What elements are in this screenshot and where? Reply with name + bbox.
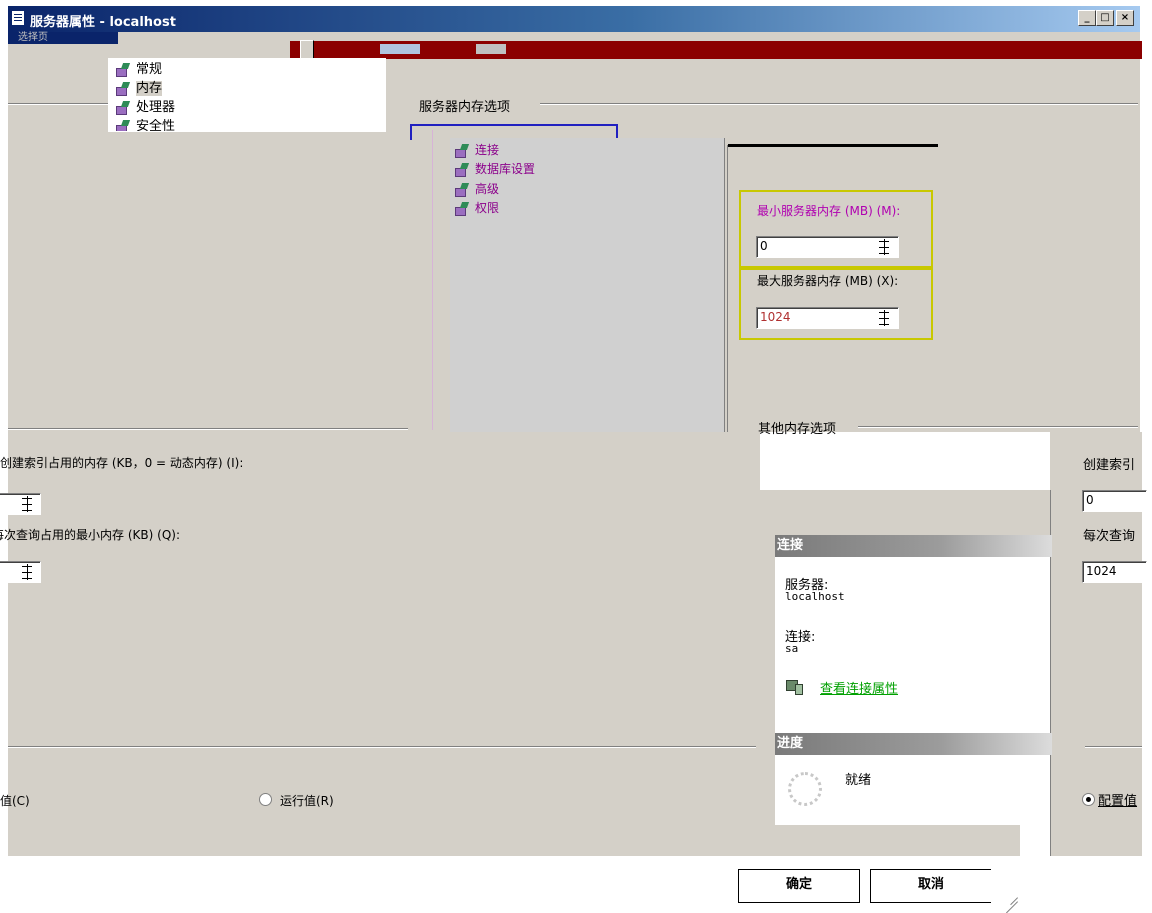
white-gap: [1020, 805, 1050, 856]
other-memory-section-title: 其他内存选项: [758, 422, 837, 437]
cancel-button[interactable]: 取消: [870, 869, 991, 903]
index-memory-label: 创建索引占用的内存 (KB，0 = 动态内存) (I):: [0, 456, 244, 470]
view-connection-properties-link[interactable]: 查看连接属性: [820, 678, 898, 697]
left-blank-area: [8, 130, 433, 430]
divider: [8, 428, 408, 430]
divider: [8, 103, 108, 105]
minimize-button[interactable]: _: [1078, 10, 1096, 26]
divider: [1085, 746, 1142, 748]
query-value-clipped[interactable]: 1024: [1082, 561, 1147, 583]
nav-item-security[interactable]: 安全性: [116, 119, 175, 131]
window-icon: [12, 11, 24, 25]
dropdown-item-permissions[interactable]: 权限: [455, 201, 499, 216]
panel-edge: [727, 145, 728, 432]
page-icon: [455, 144, 469, 158]
dropdown-item-database-settings[interactable]: 数据库设置: [455, 162, 535, 177]
progress-status: 就绪: [845, 773, 872, 788]
connection-value: sa: [785, 642, 799, 655]
min-memory-spinner[interactable]: [876, 237, 892, 257]
index-memory-spinner[interactable]: [19, 494, 35, 514]
dropdown-item-connections[interactable]: 连接: [455, 143, 499, 158]
page-icon: [116, 63, 130, 77]
ok-button[interactable]: 确定: [738, 869, 860, 903]
divider: [540, 103, 1138, 105]
title-bar: 服务器属性 - localhost _ □ ×: [8, 6, 1140, 32]
page-icon: [455, 183, 469, 197]
nav-item-processor[interactable]: 处理器: [116, 100, 175, 116]
dialog-body-bottom: [8, 432, 760, 856]
server-value: localhost: [785, 590, 845, 603]
select-page-header: 选择页: [8, 32, 118, 44]
script-icon[interactable]: [300, 40, 314, 60]
config-radio-label-wrap: 值(C): [0, 792, 40, 809]
running-value-label: 运行值(R): [280, 794, 334, 808]
progress-header: 进度: [775, 733, 1052, 755]
page-icon: [116, 120, 130, 131]
divider: [858, 426, 1138, 428]
close-button[interactable]: ×: [1116, 10, 1134, 26]
connection-properties-icon: [786, 678, 803, 695]
artifact-line: [728, 144, 938, 147]
min-query-memory-label: 每次查询占用的最小内存 (KB) (Q):: [0, 528, 180, 542]
divider: [8, 746, 756, 748]
toolbar-button-icon[interactable]: [380, 44, 420, 54]
page-icon: [455, 163, 469, 177]
config-value-radio-label: 值(C): [0, 794, 30, 808]
server-memory-section-title: 服务器内存选项: [419, 100, 511, 115]
nav-item-general[interactable]: 常规: [116, 62, 162, 78]
config-value-label-clipped: 配置值: [1098, 794, 1138, 809]
help-icon[interactable]: [476, 44, 506, 54]
maximize-button[interactable]: □: [1096, 10, 1114, 26]
page-icon: [116, 101, 130, 115]
index-memory-label-wrap: 创建索引占用的内存 (KB，0 = 动态内存) (I):: [0, 454, 340, 471]
config-value-radio-clipped[interactable]: [1082, 793, 1095, 806]
page-icon: [116, 82, 130, 96]
dropdown-item-advanced[interactable]: 高级: [455, 182, 499, 197]
connection-header: 连接: [775, 535, 1052, 557]
max-memory-spinner[interactable]: [876, 308, 892, 328]
window-title: 服务器属性 - localhost: [30, 15, 176, 30]
progress-spinner-icon: [788, 772, 822, 806]
min-memory-label: 最小服务器内存 (MB) (M):: [757, 204, 901, 218]
min-query-label-wrap: 每次查询占用的最小内存 (KB) (Q):: [0, 526, 180, 543]
min-query-memory-spinner[interactable]: [19, 562, 35, 582]
index-value-clipped[interactable]: 0: [1082, 490, 1147, 512]
running-value-radio[interactable]: [259, 793, 272, 806]
resize-grip-icon[interactable]: [1002, 868, 1020, 913]
max-memory-label: 最大服务器内存 (MB) (X):: [757, 274, 899, 288]
nav-item-memory[interactable]: 内存: [116, 81, 163, 97]
query-label-clipped: 每次查询: [1083, 529, 1136, 544]
index-label-clipped: 创建索引: [1083, 458, 1136, 473]
page-icon: [455, 202, 469, 216]
